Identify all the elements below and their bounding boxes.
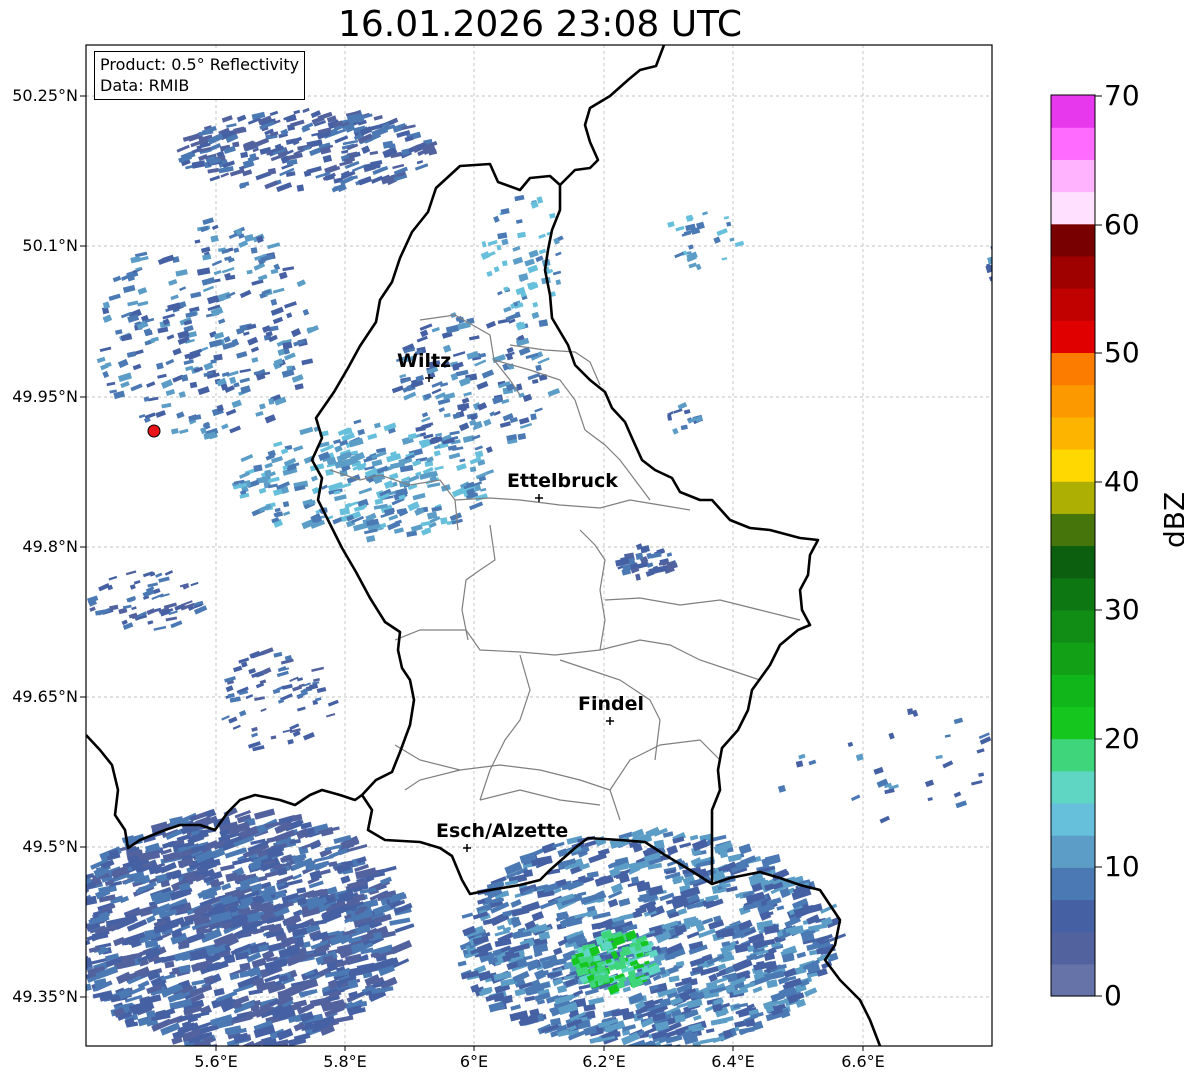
colorbar-segment — [1051, 416, 1095, 450]
radar-map[interactable] — [0, 0, 1184, 1081]
colorbar-segment — [1051, 835, 1095, 868]
colorbar-segment — [1051, 223, 1095, 257]
colorbar-segment — [1051, 545, 1095, 579]
colorbar-segment — [1051, 770, 1095, 804]
colorbar-tick-50: 50 — [1104, 336, 1140, 369]
colorbar-segment — [1051, 191, 1095, 225]
colorbar-segment — [1051, 255, 1095, 289]
colorbar-segment — [1051, 513, 1095, 547]
colorbar-tick-10: 10 — [1104, 850, 1140, 883]
lon-label-5-6: 5.6°E — [194, 1052, 238, 1071]
colorbar-segment — [1051, 609, 1095, 643]
radar-site-marker — [147, 424, 161, 438]
product-text: Product: 0.5° Reflectivity — [100, 55, 300, 74]
colorbar-segment — [1051, 931, 1095, 965]
colorbar-segment — [1051, 963, 1095, 997]
lat-label-49-35: 49.35°N — [12, 987, 78, 1006]
lon-label-6: 6°E — [459, 1052, 489, 1071]
colorbar-segment — [1051, 127, 1095, 160]
colorbar-tick-30: 30 — [1104, 593, 1140, 626]
city-label-wiltz: Wiltz — [397, 350, 452, 372]
colorbar-segment — [1051, 288, 1095, 321]
lon-label-6-6: 6.6°E — [841, 1052, 885, 1071]
colorbar-segment — [1051, 384, 1095, 418]
lon-label-6-4: 6.4°E — [711, 1052, 755, 1071]
city-label-findel: Findel — [578, 693, 645, 715]
lat-label-50-1: 50.1°N — [22, 236, 78, 255]
lat-label-50-25: 50.25°N — [12, 86, 78, 105]
city-label-ettelbruck: Ettelbruck — [507, 470, 618, 492]
colorbar-tick-0: 0 — [1104, 979, 1122, 1012]
data-source-text: Data: RMIB — [100, 76, 190, 95]
lat-label-49-5: 49.5°N — [22, 837, 78, 856]
colorbar — [1051, 95, 1095, 997]
lat-label-49-8: 49.8°N — [22, 537, 78, 556]
lat-label-49-95: 49.95°N — [12, 387, 78, 406]
colorbar-segment — [1051, 674, 1095, 707]
colorbar-segment — [1051, 867, 1095, 901]
colorbar-tick-20: 20 — [1104, 722, 1140, 755]
lon-label-5-8: 5.8°E — [323, 1052, 367, 1071]
lat-label-49-65: 49.65°N — [12, 687, 78, 706]
colorbar-segment — [1051, 320, 1095, 354]
colorbar-unit-label: dBZ — [1158, 491, 1184, 548]
colorbar-segment — [1051, 159, 1095, 193]
colorbar-segment — [1051, 802, 1095, 836]
colorbar-ticks — [1095, 95, 1102, 997]
colorbar-tick-40: 40 — [1104, 465, 1140, 498]
colorbar-segment — [1051, 642, 1095, 675]
lon-label-6-2: 6.2°E — [582, 1052, 626, 1071]
colorbar-tick-70: 70 — [1104, 79, 1140, 112]
colorbar-segment — [1051, 448, 1095, 482]
city-label-esch-alzette: Esch/Alzette — [436, 820, 569, 842]
colorbar-segment — [1051, 899, 1095, 933]
colorbar-segment — [1051, 95, 1095, 128]
colorbar-segment — [1051, 481, 1095, 514]
colorbar-segment — [1051, 577, 1095, 611]
colorbar-segment — [1051, 738, 1095, 772]
colorbar-segment — [1051, 706, 1095, 740]
colorbar-segment — [1051, 352, 1095, 386]
colorbar-tick-60: 60 — [1104, 208, 1140, 241]
info-box: Product: 0.5° Reflectivity Data: RMIB — [94, 51, 306, 100]
